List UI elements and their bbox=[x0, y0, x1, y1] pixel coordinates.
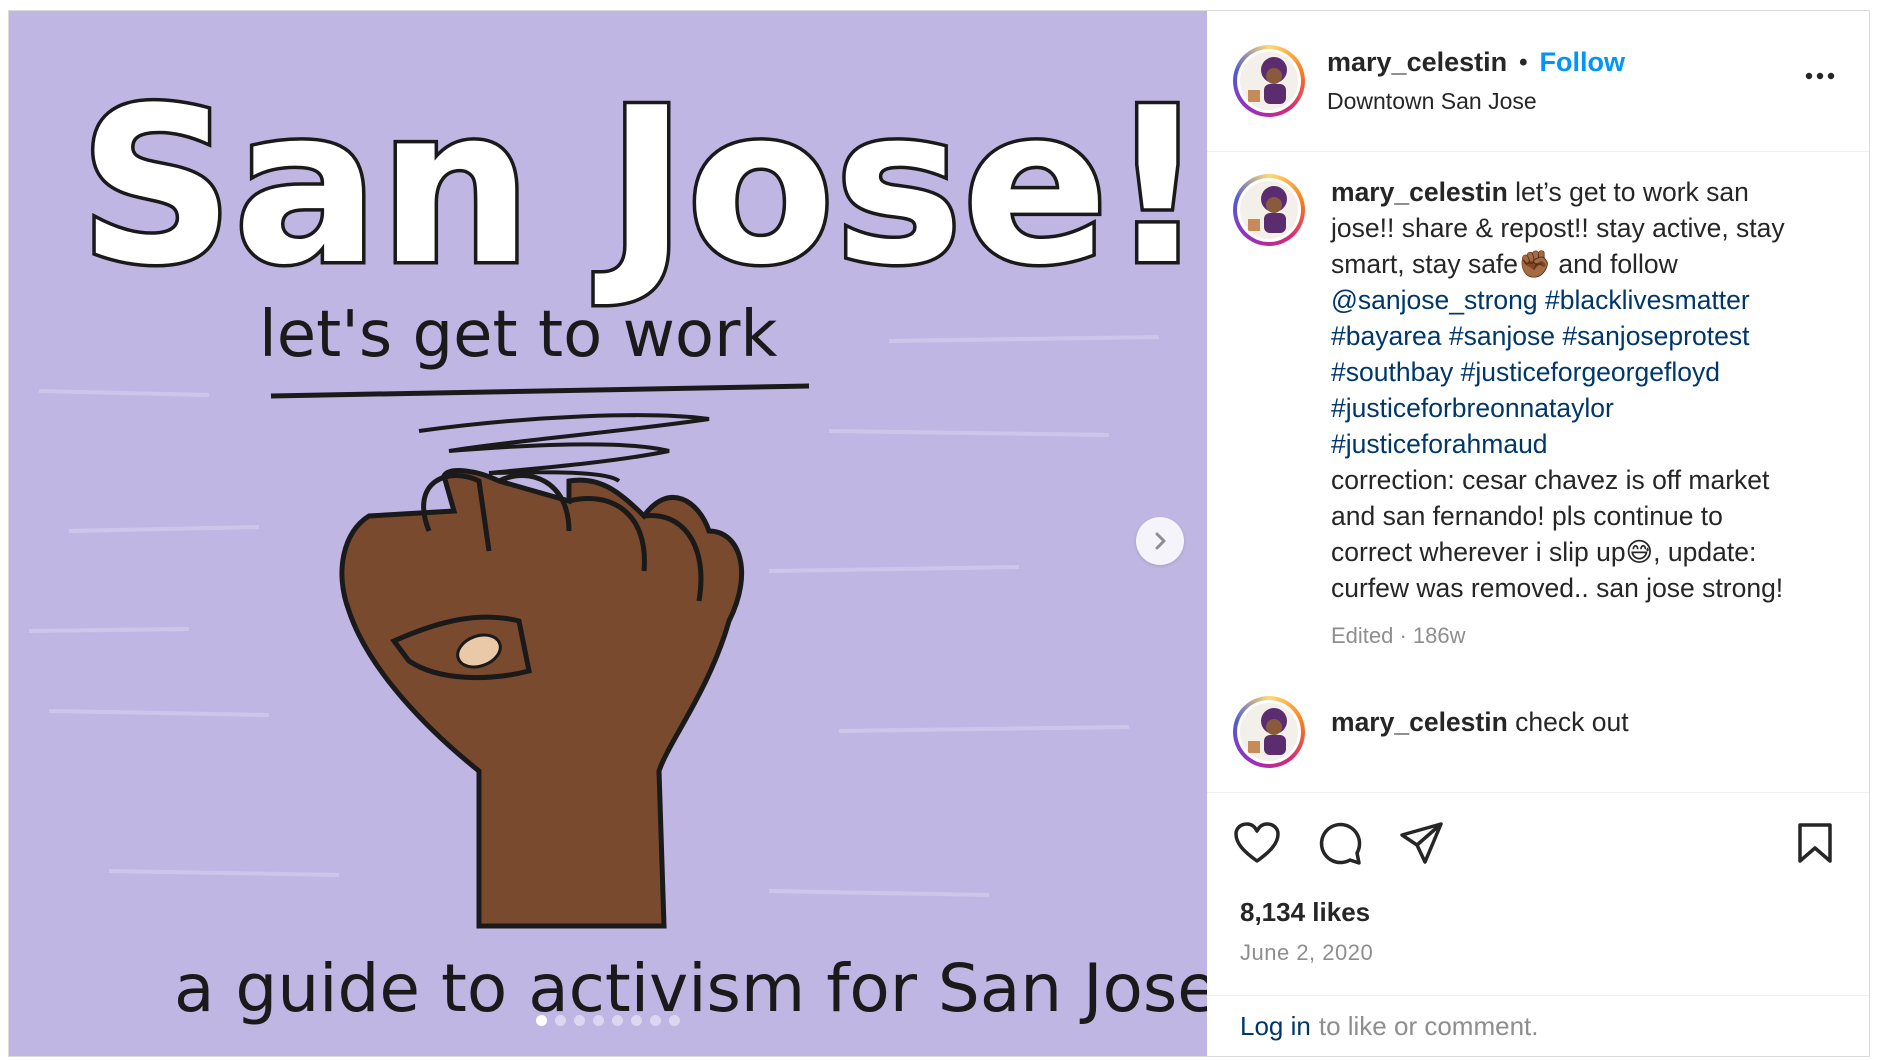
instagram-post: San Jose! let's get to work a guide to a… bbox=[8, 10, 1870, 1057]
avatar[interactable] bbox=[1233, 696, 1305, 768]
heart-icon bbox=[1234, 822, 1280, 863]
subtitle-text: let's get to work bbox=[259, 298, 777, 372]
post-header: mary_celestin • Follow Downtown San Jose bbox=[1207, 11, 1869, 152]
separator-dot: • bbox=[1519, 48, 1528, 76]
post-date: June 2, 2020 bbox=[1240, 940, 1374, 965]
carousel-dot bbox=[612, 1015, 623, 1026]
comment-username[interactable]: mary_celestin bbox=[1331, 707, 1508, 737]
hashtag-link[interactable]: #bayarea bbox=[1331, 321, 1442, 351]
carousel-dot bbox=[631, 1015, 642, 1026]
hashtag-link[interactable]: #justiceforbreonnataylor bbox=[1331, 393, 1614, 423]
post-sidebar: mary_celestin • Follow Downtown San Jose bbox=[1207, 11, 1869, 1056]
comment-icon bbox=[1319, 822, 1362, 865]
save-button[interactable] bbox=[1797, 822, 1833, 864]
comment-button[interactable] bbox=[1317, 820, 1363, 866]
hashtag-link[interactable]: #sanjoseprotest bbox=[1562, 321, 1749, 351]
profile-picture-icon bbox=[1248, 708, 1287, 755]
avatar[interactable] bbox=[1233, 45, 1305, 117]
share-icon bbox=[1400, 822, 1443, 864]
carousel-dot bbox=[593, 1015, 604, 1026]
hashtag-link[interactable]: #justiceforahmaud bbox=[1331, 429, 1548, 459]
comment-item: mary_celestin check out bbox=[1207, 696, 1869, 768]
like-button[interactable] bbox=[1233, 821, 1281, 865]
carousel-dot bbox=[574, 1015, 585, 1026]
post-image[interactable]: San Jose! let's get to work a guide to a… bbox=[9, 11, 1207, 1056]
header-username[interactable]: mary_celestin bbox=[1327, 47, 1507, 78]
caption-username[interactable]: mary_celestin bbox=[1331, 177, 1508, 207]
login-prompt-text: to like or comment. bbox=[1318, 1010, 1539, 1041]
mention-link[interactable]: @sanjose_strong bbox=[1331, 285, 1538, 315]
comment-text: check out bbox=[1507, 707, 1629, 737]
profile-picture-icon bbox=[1248, 57, 1287, 104]
caption-meta: Edited · 186w bbox=[1331, 623, 1466, 648]
carousel-dot bbox=[669, 1015, 680, 1026]
more-horizontal-icon bbox=[1805, 72, 1835, 80]
bookmark-icon bbox=[1798, 823, 1832, 863]
comments-section[interactable]: mary_celestin let’s get to work san jose… bbox=[1207, 152, 1869, 793]
carousel-dot bbox=[536, 1015, 547, 1026]
hashtag-link[interactable]: #sanjose bbox=[1449, 321, 1555, 351]
login-prompt: Log in to like or comment. bbox=[1207, 995, 1869, 1056]
hashtag-link[interactable]: #blacklivesmatter bbox=[1545, 285, 1750, 315]
hashtag-link[interactable]: #southbay bbox=[1331, 357, 1453, 387]
caption-body: mary_celestin let’s get to work san jose… bbox=[1331, 174, 1801, 654]
chevron-right-icon bbox=[1155, 532, 1166, 550]
carousel-dot bbox=[555, 1015, 566, 1026]
action-bar bbox=[1207, 793, 1869, 893]
profile-picture-icon bbox=[1248, 186, 1287, 233]
hashtag-link[interactable]: #justiceforgeorgefloyd bbox=[1461, 357, 1720, 387]
headline-text: San Jose! bbox=[79, 61, 1206, 312]
post-illustration: San Jose! let's get to work a guide to a… bbox=[28, 58, 1207, 1027]
more-options-button[interactable] bbox=[1805, 67, 1835, 85]
avatar[interactable] bbox=[1233, 174, 1305, 246]
location-link[interactable]: Downtown San Jose bbox=[1327, 88, 1625, 115]
caption-correction-text: correction: cesar chavez is off market a… bbox=[1331, 465, 1784, 603]
share-button[interactable] bbox=[1399, 821, 1445, 865]
caption-comment: mary_celestin let’s get to work san jose… bbox=[1207, 174, 1869, 654]
next-slide-button[interactable] bbox=[1136, 517, 1184, 565]
comment-body: mary_celestin check out bbox=[1331, 704, 1801, 768]
login-link[interactable]: Log in bbox=[1240, 1011, 1311, 1042]
follow-button[interactable]: Follow bbox=[1540, 47, 1625, 78]
carousel-dot bbox=[650, 1015, 661, 1026]
carousel-indicator bbox=[9, 1015, 1207, 1026]
likes-count[interactable]: 8,134 likes bbox=[1207, 897, 1869, 928]
